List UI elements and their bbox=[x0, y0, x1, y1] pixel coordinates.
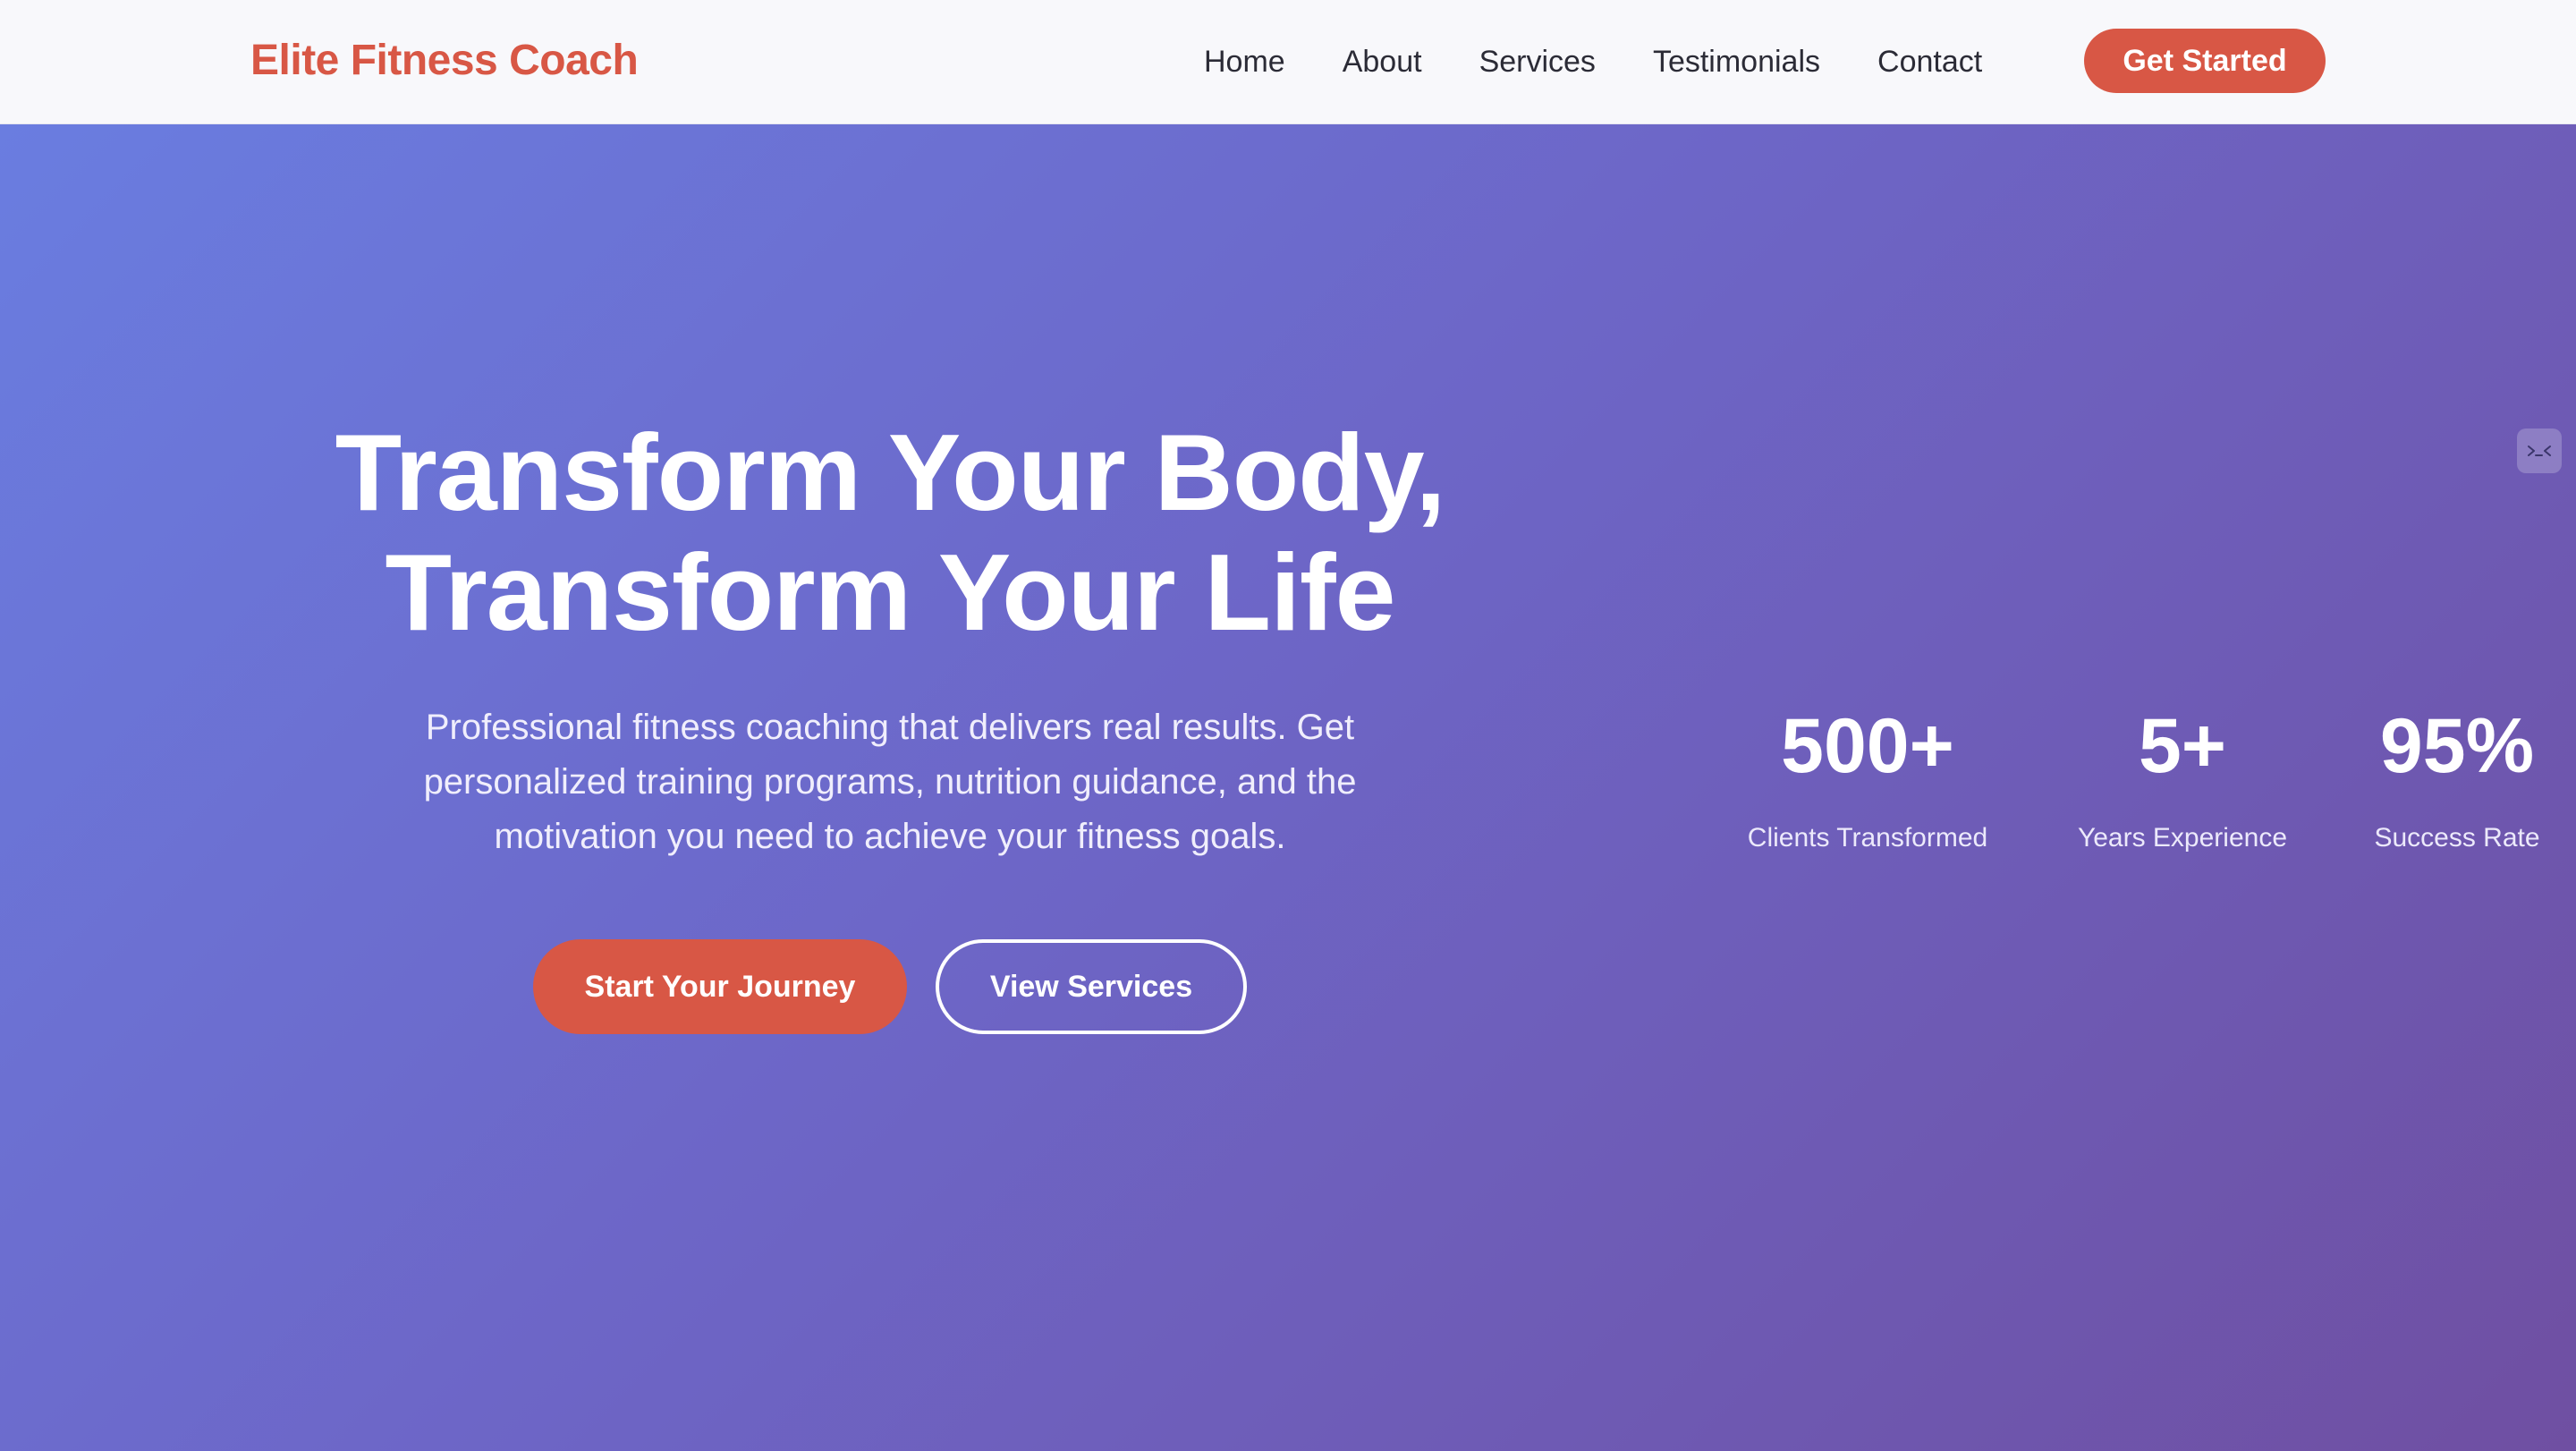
get-started-button[interactable]: Get Started bbox=[2084, 29, 2326, 93]
stat-value: 95% bbox=[2379, 703, 2535, 789]
side-widget-button[interactable] bbox=[2517, 429, 2562, 473]
stat-value: 5+ bbox=[2138, 703, 2227, 789]
hero-title: Transform Your Body, Transform Your Life bbox=[179, 412, 1601, 652]
navbar: Elite Fitness Coach Home About Services … bbox=[0, 0, 2576, 124]
stat-value: 500+ bbox=[1781, 703, 1954, 789]
nav-link-home[interactable]: Home bbox=[1204, 45, 1285, 80]
stat-label: Years Experience bbox=[2077, 823, 2288, 853]
hero-section: Transform Your Body, Transform Your Life… bbox=[0, 124, 2576, 1451]
hero-title-line-2: Transform Your Life bbox=[385, 531, 1396, 653]
nav-links: Home About Services Testimonials Contact bbox=[1204, 30, 1982, 94]
stat-label: Clients Transformed bbox=[1747, 823, 1988, 853]
nav-link-contact[interactable]: Contact bbox=[1877, 45, 1982, 80]
nav-link-testimonials[interactable]: Testimonials bbox=[1653, 45, 1820, 80]
nav-link-services[interactable]: Services bbox=[1479, 45, 1596, 80]
stat-experience: 5+ Years Experience bbox=[2057, 701, 2308, 853]
brand-logo[interactable]: Elite Fitness Coach bbox=[250, 32, 639, 89]
stat-label: Success Rate bbox=[2374, 823, 2540, 853]
hero-title-line-1: Transform Your Body, bbox=[335, 412, 1446, 533]
view-services-button[interactable]: View Services bbox=[936, 939, 1247, 1034]
stat-clients: 500+ Clients Transformed bbox=[1717, 701, 2018, 853]
stat-success-rate: 95% Success Rate bbox=[2338, 701, 2576, 853]
nav-link-about[interactable]: About bbox=[1343, 45, 1422, 80]
start-your-journey-button[interactable]: Start Your Journey bbox=[533, 939, 907, 1034]
hero-subtitle: Professional fitness coaching that deliv… bbox=[423, 708, 1357, 856]
code-icon bbox=[2528, 445, 2551, 456]
